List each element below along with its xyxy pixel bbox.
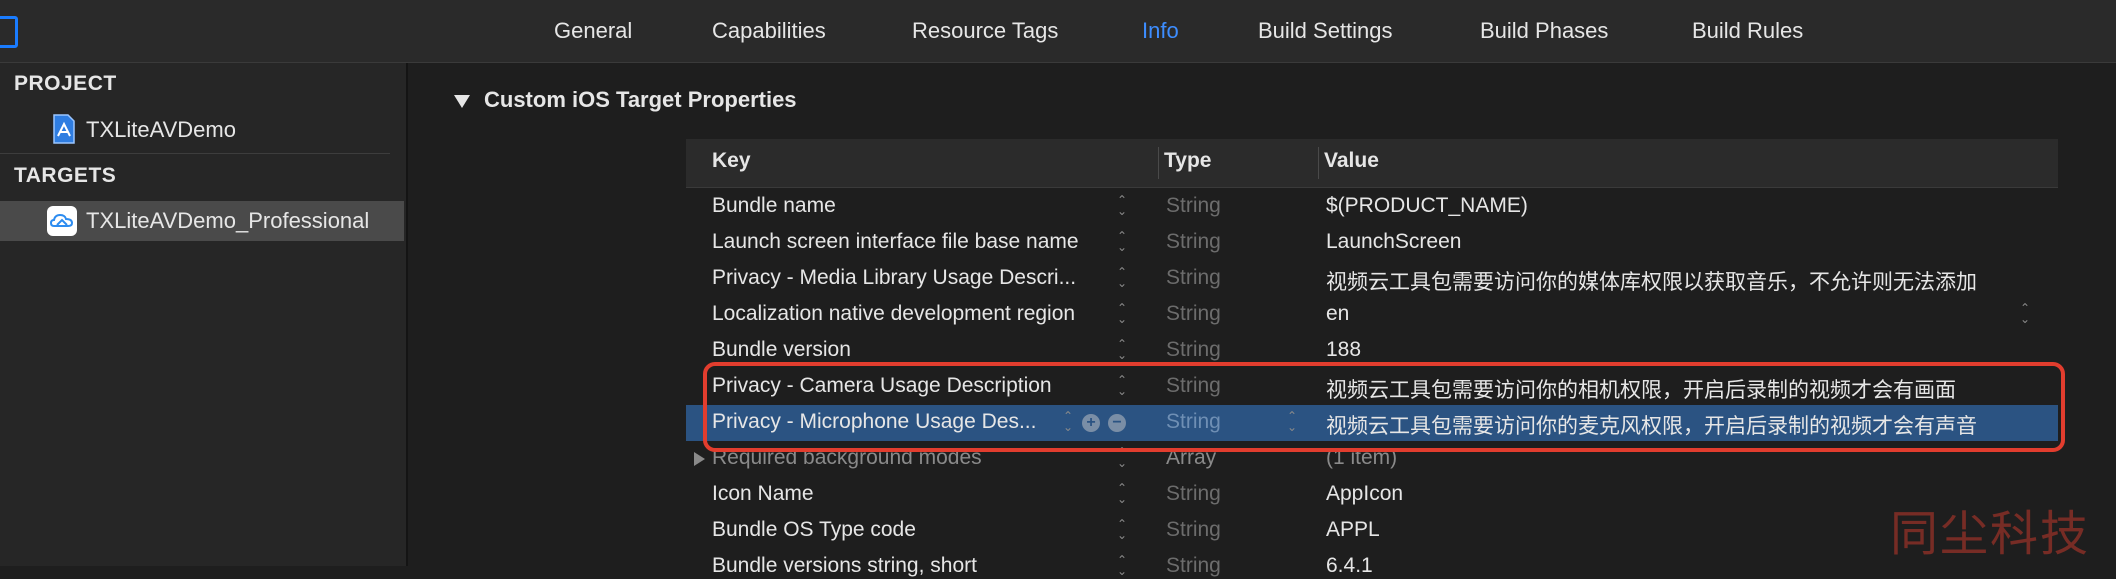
project-target-sidebar: PROJECT TXLiteAVDemo TARGETS TXLiteAVDem… [0, 63, 408, 566]
table-row[interactable]: Launch screen interface file base name ⌃… [686, 225, 2058, 261]
table-row[interactable]: Bundle name ⌃ ⌄ String $(PRODUCT_NAME) [686, 189, 2058, 225]
column-separator[interactable] [1158, 147, 1159, 179]
row-type[interactable]: String [1166, 374, 1221, 398]
key-stepper-icon[interactable]: ⌃ ⌄ [1116, 554, 1128, 579]
table-row[interactable]: Privacy - Camera Usage Description ⌃ ⌄ St… [686, 369, 2058, 405]
table-row[interactable]: Bundle OS Type code ⌃ ⌄ String APPL [686, 513, 2058, 549]
key-stepper-icon[interactable]: ⌃ ⌄ [1116, 338, 1128, 365]
sidebar-item-target[interactable]: TXLiteAVDemo_Professional [0, 201, 404, 241]
column-header-key[interactable]: Key [712, 149, 751, 173]
add-row-icon[interactable]: + [1082, 414, 1100, 432]
expand-row-icon[interactable] [694, 452, 705, 466]
row-key[interactable]: Privacy - Media Library Usage Descri... [712, 266, 1127, 290]
row-key[interactable]: Launch screen interface file base name [712, 230, 1127, 254]
watermark: 同尘科技 [1890, 506, 2091, 562]
row-value[interactable]: (1 item) [1326, 446, 2051, 470]
key-stepper-icon[interactable]: ⌃ ⌄ [1116, 374, 1128, 401]
key-stepper-icon[interactable]: ⌃ ⌄ [1116, 194, 1128, 221]
row-type[interactable]: String [1166, 554, 1221, 578]
row-value[interactable]: 视频云工具包需要访问你的麦克风权限，开启后录制的视频才会有声音 [1326, 410, 2051, 440]
project-file-icon [53, 114, 75, 144]
row-value[interactable]: 视频云工具包需要访问你的媒体库权限以获取音乐，不允许则无法添加 [1326, 266, 2051, 296]
row-key[interactable]: Required background modes [712, 446, 1127, 470]
table-row[interactable]: Privacy - Media Library Usage Descri... … [686, 261, 2058, 297]
row-key[interactable]: Bundle version [712, 338, 1127, 362]
row-type[interactable]: String [1166, 302, 1221, 326]
row-type[interactable]: String [1166, 482, 1221, 506]
row-key[interactable]: Icon Name [712, 482, 1127, 506]
row-value[interactable]: 视频云工具包需要访问你的相机权限，开启后录制的视频才会有画面 [1326, 374, 2051, 404]
tab-info[interactable]: Info [1142, 18, 1179, 44]
row-type[interactable]: String [1166, 266, 1221, 290]
row-type[interactable]: String [1166, 338, 1221, 362]
section-title: Custom iOS Target Properties [484, 87, 797, 112]
tab-capabilities[interactable]: Capabilities [712, 18, 826, 44]
sidebar-item-target-label: TXLiteAVDemo_Professional [86, 208, 370, 233]
row-key[interactable]: Bundle name [712, 194, 1127, 218]
key-stepper-icon[interactable]: ⌃ ⌄ [1116, 302, 1128, 329]
row-key[interactable]: Localization native development region [712, 302, 1127, 326]
row-value[interactable]: LaunchScreen [1326, 230, 2051, 254]
row-type[interactable]: String [1166, 230, 1221, 254]
remove-row-icon[interactable]: − [1108, 414, 1126, 432]
custom-ios-target-properties-header[interactable]: Custom iOS Target Properties [454, 87, 797, 113]
table-row[interactable]: Required background modes ⌃ ⌄ Array (1 it… [686, 441, 2058, 477]
column-header-value[interactable]: Value [1324, 149, 1379, 173]
row-key[interactable]: Bundle versions string, short [712, 554, 1127, 578]
tab-general[interactable]: General [554, 18, 632, 44]
project-section-header: PROJECT [14, 72, 117, 95]
row-type[interactable]: String [1166, 194, 1221, 218]
tab-resource-tags[interactable]: Resource Tags [912, 18, 1058, 44]
row-value[interactable]: en [1326, 302, 2051, 326]
disclosure-triangle-icon[interactable] [454, 95, 470, 108]
column-header-type[interactable]: Type [1164, 149, 1211, 173]
sidebar-divider [0, 153, 390, 154]
table-row[interactable]: Localization native development region ⌃… [686, 297, 2058, 333]
row-type[interactable]: Array [1166, 446, 1216, 470]
row-type[interactable]: String [1166, 410, 1221, 434]
key-stepper-icon[interactable]: ⌃ ⌄ [1116, 230, 1128, 257]
navigator-toggle-icon[interactable] [0, 16, 18, 48]
value-popup-stepper-icon[interactable]: ⌃ ⌄ [2019, 302, 2031, 329]
table-header: Key Type Value [686, 139, 2058, 188]
key-stepper-icon[interactable]: ⌃ ⌄ [1116, 446, 1128, 473]
info-editor: Custom iOS Target Properties Key Type Va… [408, 63, 2116, 577]
row-key[interactable]: Privacy - Microphone Usage Des... [712, 410, 1082, 434]
key-stepper-icon[interactable]: ⌃ ⌄ [1116, 266, 1128, 293]
type-stepper-icon[interactable]: ⌃ ⌄ [1286, 410, 1298, 437]
key-stepper-icon[interactable]: ⌃ ⌄ [1116, 482, 1128, 509]
row-type[interactable]: String [1166, 518, 1221, 542]
targets-section-header: TARGETS [14, 164, 117, 187]
properties-table: Key Type Value Bundle name ⌃ ⌄ String $(P… [686, 139, 2058, 579]
key-stepper-icon[interactable]: ⌃ ⌄ [1116, 518, 1128, 545]
tab-build-rules[interactable]: Build Rules [1692, 18, 1803, 44]
row-key[interactable]: Privacy - Camera Usage Description [712, 374, 1127, 398]
sidebar-item-project[interactable]: TXLiteAVDemo [0, 110, 404, 150]
table-row[interactable]: Bundle version ⌃ ⌄ String 188 [686, 333, 2058, 369]
table-row[interactable]: Icon Name ⌃ ⌄ String AppIcon [686, 477, 2058, 513]
column-separator[interactable] [1318, 147, 1319, 179]
app-target-icon [47, 206, 77, 236]
editor-tab-bar: General Capabilities Resource Tags Info … [0, 0, 2116, 63]
sidebar-item-project-label: TXLiteAVDemo [86, 117, 236, 142]
tab-build-settings[interactable]: Build Settings [1258, 18, 1393, 44]
row-value[interactable]: $(PRODUCT_NAME) [1326, 194, 2051, 218]
row-value[interactable]: 188 [1326, 338, 2051, 362]
row-key[interactable]: Bundle OS Type code [712, 518, 1127, 542]
table-row[interactable]: Bundle versions string, short ⌃ ⌄ String … [686, 549, 2058, 579]
key-stepper-icon[interactable]: ⌃ ⌄ [1062, 410, 1074, 437]
table-row-selected[interactable]: Privacy - Microphone Usage Des... ⌃ ⌄ + −… [686, 405, 2058, 441]
tab-build-phases[interactable]: Build Phases [1480, 18, 1608, 44]
